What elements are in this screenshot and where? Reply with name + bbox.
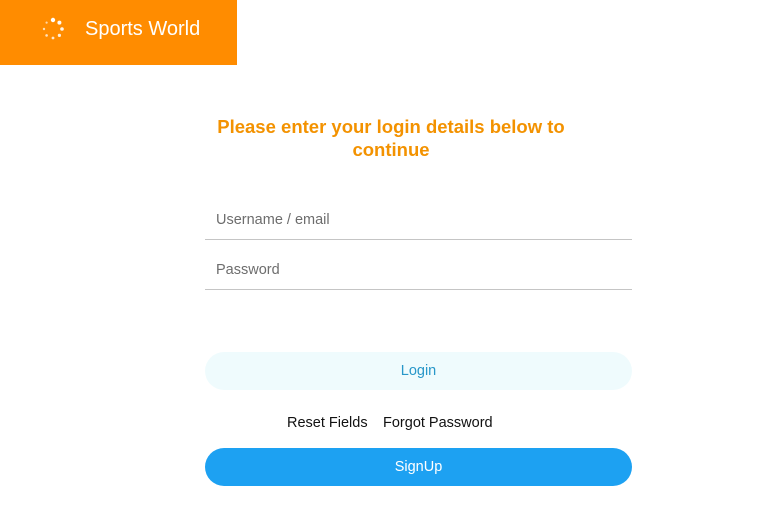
username-input[interactable] (205, 200, 632, 240)
brand-name: Sports World (85, 18, 201, 40)
brand-header: Sports World (0, 0, 237, 65)
login-button[interactable]: Login (205, 352, 632, 390)
reset-fields-link[interactable]: Reset Fields (287, 414, 368, 432)
login-heading: Please enter your login details below to… (217, 116, 565, 160)
signup-button[interactable]: SignUp (205, 448, 632, 486)
form-links: Reset Fields Forgot Password (0, 414, 781, 432)
loading-spinner-icon (42, 17, 64, 40)
password-input[interactable] (205, 250, 632, 290)
forgot-password-link[interactable]: Forgot Password (383, 414, 493, 432)
